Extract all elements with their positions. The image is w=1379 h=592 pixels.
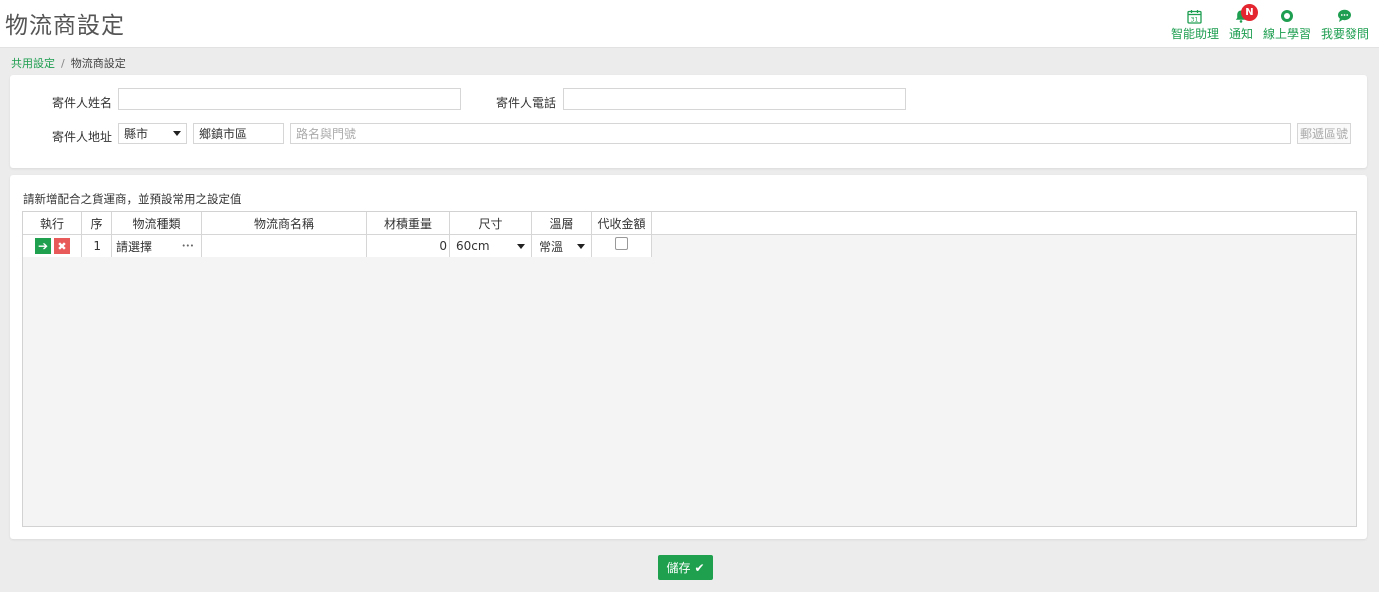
notification-badge: N — [1240, 4, 1258, 21]
more-icon: ••• — [181, 242, 194, 250]
breadcrumb-current: 物流商設定 — [70, 57, 126, 70]
ask-question-button[interactable]: 我要發問 — [1321, 8, 1369, 42]
ask-question-label: 我要發問 — [1320, 27, 1369, 41]
chevron-down-icon — [517, 243, 525, 249]
zip-code-button[interactable]: 郵遞區號 — [1297, 123, 1351, 144]
row-temperature-value: 常溫 — [539, 239, 564, 254]
column-header-filler — [652, 212, 1356, 235]
calendar-icon: 31 — [1187, 8, 1203, 24]
sender-name-label: 寄件人姓名 — [52, 96, 113, 110]
road-address-input[interactable] — [290, 123, 1291, 144]
county-select-value: 縣市 — [124, 127, 149, 141]
column-header-weight: 材積重量 — [367, 212, 450, 235]
sender-name-input[interactable] — [118, 88, 461, 110]
carrier-grid: 執行 序 物流種類 物流商名稱 材積重量 尺寸 溫層 代收金額 ➔ ✖ 1 請選… — [22, 211, 1357, 527]
carrier-panel: 請新增配合之貨運商，並預設常用之設定值 執行 序 物流種類 物流商名稱 材積重量… — [10, 175, 1367, 539]
arrow-right-icon[interactable]: ➔ — [35, 238, 51, 254]
breadcrumb: 共用設定 / 物流商設定 — [11, 55, 126, 71]
compass-icon — [1279, 8, 1295, 24]
row-action-cell: ➔ ✖ — [23, 235, 82, 257]
online-learning-button[interactable]: 線上學習 — [1263, 8, 1311, 42]
row-type-select[interactable]: 請選擇 ••• — [112, 235, 202, 257]
column-header-temperature: 溫層 — [532, 212, 592, 235]
chevron-down-icon — [173, 131, 181, 136]
close-icon[interactable]: ✖ — [54, 238, 70, 254]
column-header-cod: 代收金額 — [592, 212, 652, 235]
save-button-label: 儲存 — [666, 561, 691, 575]
page-title: 物流商設定 — [5, 13, 125, 39]
row-carrier-name-cell[interactable] — [202, 235, 367, 257]
row-size-select[interactable]: 60cm — [450, 235, 532, 257]
column-header-size: 尺寸 — [450, 212, 532, 235]
sender-phone-input[interactable] — [563, 88, 906, 110]
svg-text:31: 31 — [1191, 16, 1199, 23]
row-type-value: 請選擇 — [116, 239, 153, 254]
row-size-value: 60cm — [456, 239, 490, 253]
district-select[interactable]: 鄉鎮市區 — [193, 123, 284, 144]
carrier-intro-text: 請新增配合之貨運商，並預設常用之設定值 — [23, 192, 242, 206]
breadcrumb-separator: / — [61, 57, 65, 70]
row-weight-input[interactable]: 0 — [367, 235, 450, 257]
cod-checkbox[interactable] — [615, 237, 628, 250]
column-header-seq: 序 — [82, 212, 112, 235]
toolbar: 31 智能助理 N 通知 線上學習 我要發問 — [1171, 4, 1369, 42]
check-icon: ✔ — [694, 560, 705, 575]
save-button[interactable]: 儲存 ✔ — [658, 555, 713, 580]
district-select-value: 鄉鎮市區 — [199, 127, 248, 141]
smart-assistant-button[interactable]: 31 智能助理 — [1171, 8, 1219, 42]
column-header-type: 物流種類 — [112, 212, 202, 235]
column-header-carrier-name: 物流商名稱 — [202, 212, 367, 235]
sender-address-label: 寄件人地址 — [52, 130, 113, 144]
notification-button[interactable]: N 通知 — [1228, 4, 1258, 42]
online-learning-label: 線上學習 — [1262, 27, 1311, 41]
sender-panel: 寄件人姓名 寄件人電話 寄件人地址 縣市 鄉鎮市區 郵遞區號 — [10, 75, 1367, 168]
row-temperature-select[interactable]: 常溫 — [532, 235, 592, 257]
row-cod-cell — [592, 235, 652, 257]
column-header-action: 執行 — [23, 212, 82, 235]
sender-phone-label: 寄件人電話 — [496, 96, 557, 110]
top-bar: 物流商設定 31 智能助理 N 通知 線上學習 我要發問 — [0, 0, 1379, 48]
smart-assistant-label: 智能助理 — [1170, 27, 1219, 41]
chat-icon — [1337, 8, 1353, 24]
row-seq-cell: 1 — [82, 235, 112, 257]
notification-label: 通知 — [1228, 27, 1253, 41]
breadcrumb-link-shared-settings[interactable]: 共用設定 — [11, 57, 55, 70]
county-select[interactable]: 縣市 — [118, 123, 187, 144]
chevron-down-icon — [577, 243, 585, 249]
